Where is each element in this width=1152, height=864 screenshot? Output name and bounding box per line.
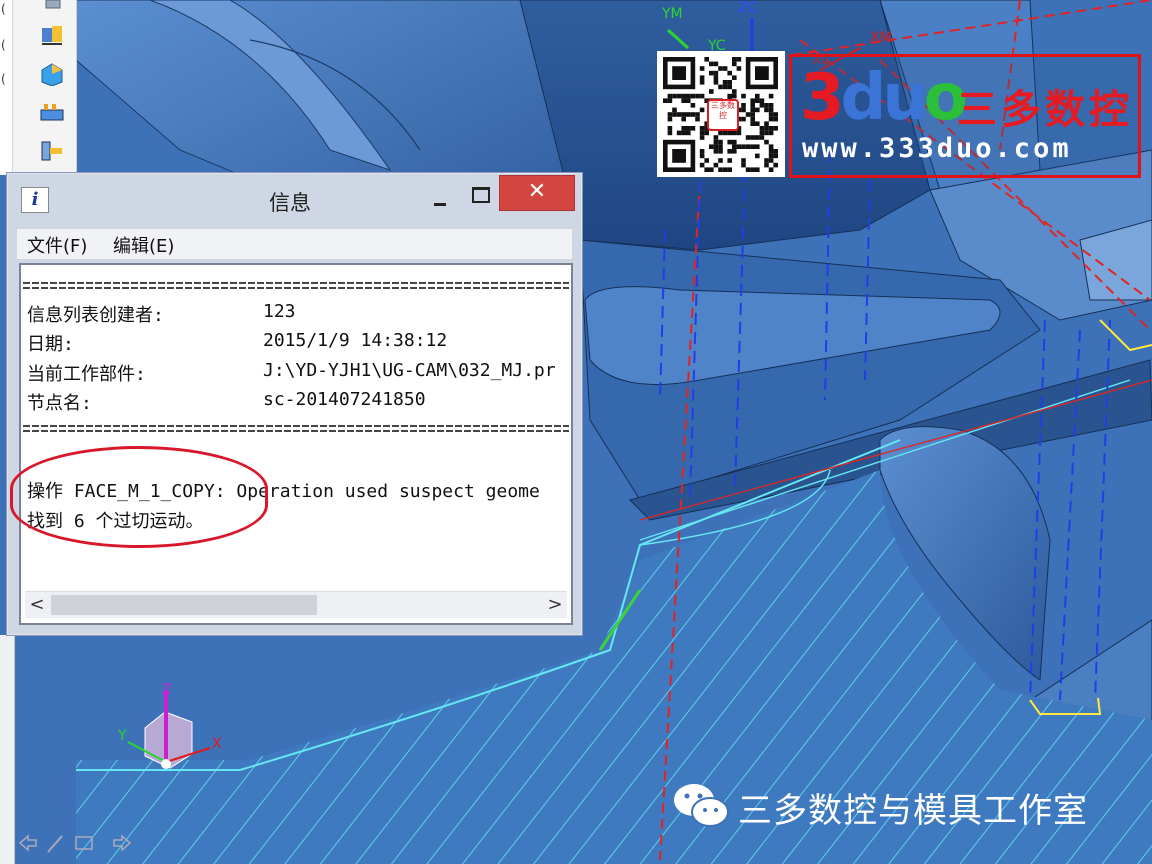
tool-icon-3[interactable] — [38, 60, 66, 87]
menu-edit[interactable]: 编辑(E) — [113, 232, 174, 258]
part-value: J:\YD-YJH1\UG-CAM\032_MJ.pr — [263, 360, 556, 381]
dialog-titlebar[interactable]: i 信息 ✕ — [7, 173, 582, 225]
axis-label-xm: XM — [870, 30, 892, 46]
scroll-right-icon[interactable]: > — [543, 592, 567, 618]
scroll-thumb[interactable] — [51, 595, 317, 615]
axis-label-zc: ZC — [738, 0, 758, 16]
dialog-menubar: 文件(F) 编辑(E) — [17, 229, 572, 260]
dialog-title: 信息 — [269, 191, 311, 215]
separator-line — [23, 281, 569, 290]
scroll-left-icon[interactable]: < — [25, 592, 49, 618]
tool-icon-5[interactable] — [38, 140, 66, 166]
brand-chinese: 三多数控 — [957, 87, 1133, 133]
minimize-button[interactable] — [425, 185, 455, 209]
navigator-panel-edge — [0, 635, 15, 864]
info-icon: i — [21, 187, 49, 213]
wechat-icon — [672, 780, 730, 830]
axis-label-x: X — [212, 736, 222, 752]
close-icon: ✕ — [527, 179, 547, 204]
menu-file[interactable]: 文件(F) — [27, 232, 87, 258]
qr-badge: 三多数控 — [707, 99, 739, 131]
edge-char: ( — [1, 72, 6, 86]
part-label: 当前工作部件: — [27, 364, 146, 385]
brand-u: u — [882, 61, 928, 135]
navigator-edge: ( ( ( — [0, 0, 13, 175]
separator-line — [23, 424, 569, 433]
creator-value: 123 — [263, 301, 296, 322]
horizontal-scrollbar[interactable]: < > — [25, 591, 567, 618]
view-nav-buttons — [14, 828, 144, 858]
info-text-area[interactable]: 信息列表创建者: 123 日期: 2015/1/9 14:38:12 当前工作部… — [19, 263, 573, 625]
axis-label-z: Z — [162, 682, 172, 698]
axis-label-y: Y — [118, 728, 127, 744]
date-value: 2015/1/9 14:38:12 — [263, 330, 448, 351]
tool-icon-4[interactable] — [38, 100, 66, 126]
axis-label-ym: YM — [662, 6, 683, 22]
resource-toolbar: ( ( ( — [0, 0, 77, 175]
brand-3: 3 — [800, 61, 844, 135]
info-dialog: i 信息 ✕ 文件(F) 编辑(E) 信息列表创建者: 123 日期: 2015… — [6, 172, 583, 636]
node-label: 节点名: — [27, 393, 92, 414]
brand-logo: 3duo 三多数控 www.333duo.com — [789, 54, 1141, 178]
brand-d: d — [840, 61, 887, 135]
close-button[interactable]: ✕ — [499, 175, 575, 211]
brand-wordmark: 3duo — [800, 61, 968, 135]
edge-char: ( — [1, 38, 6, 52]
maximize-button[interactable] — [465, 183, 495, 207]
qr-code: 三多数控 — [657, 51, 785, 177]
date-label: 日期: — [27, 334, 74, 355]
edge-char: ( — [1, 2, 6, 16]
brand-url: www.333duo.com — [802, 133, 1072, 164]
annotation-ellipse — [10, 446, 268, 548]
tool-icon-2[interactable] — [38, 22, 66, 48]
node-value: sc-201407241850 — [263, 389, 426, 410]
creator-label: 信息列表创建者: — [27, 305, 164, 326]
watermark-text: 三多数控与模具工作室 — [738, 791, 1088, 831]
